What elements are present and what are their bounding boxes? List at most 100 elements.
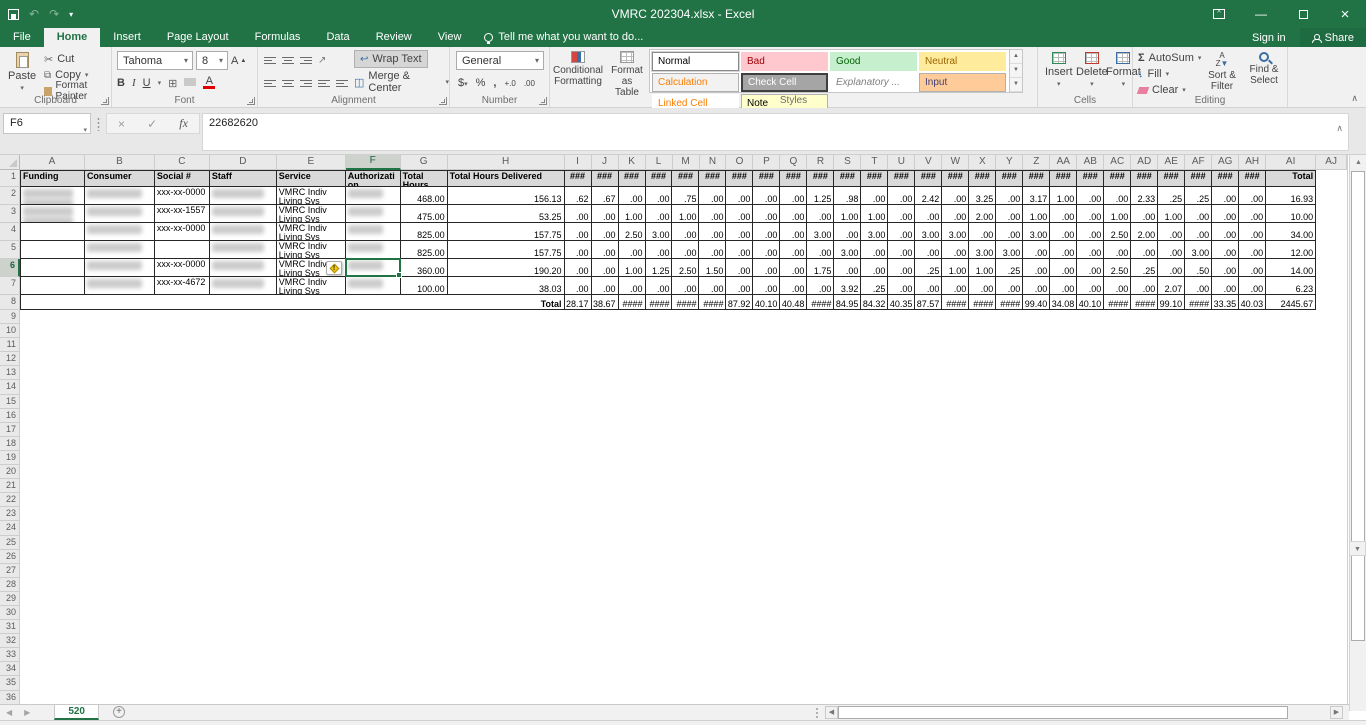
row-header-27[interactable]: 27 bbox=[0, 564, 20, 578]
tab-home[interactable]: Home bbox=[44, 28, 101, 47]
cell-P[interactable]: .00 bbox=[753, 205, 780, 223]
cell-AG[interactable]: .00 bbox=[1212, 259, 1239, 277]
empty-row-area[interactable] bbox=[20, 324, 1347, 338]
column-header-AD[interactable]: AD bbox=[1131, 155, 1158, 170]
cell-D[interactable]: Staff bbox=[210, 170, 277, 187]
font-dialog-launcher-icon[interactable] bbox=[247, 97, 255, 105]
cell-J[interactable]: .00 bbox=[592, 241, 619, 259]
cell-F[interactable] bbox=[346, 205, 401, 223]
cell-AJ[interactable] bbox=[1316, 187, 1347, 205]
cell-K[interactable]: .00 bbox=[619, 187, 646, 205]
row-header-18[interactable]: 18 bbox=[0, 437, 20, 451]
cell-AG[interactable]: ### bbox=[1212, 170, 1239, 187]
cell-W[interactable]: #### bbox=[942, 295, 969, 310]
ribbon-display-options-icon[interactable]: ^ bbox=[1198, 0, 1240, 28]
cell-W[interactable]: .00 bbox=[942, 187, 969, 205]
cell-X[interactable]: 3.25 bbox=[969, 187, 996, 205]
cell-H[interactable]: 156.13 bbox=[448, 187, 565, 205]
cell-J[interactable]: 38.67 bbox=[592, 295, 619, 310]
row-header-2[interactable]: 2 bbox=[0, 187, 20, 205]
cell-AJ[interactable] bbox=[1316, 223, 1347, 241]
cell-Z[interactable]: .00 bbox=[1023, 277, 1050, 295]
column-header-S[interactable]: S bbox=[834, 155, 861, 170]
cell-V[interactable]: .00 bbox=[915, 277, 942, 295]
cell-M[interactable]: .00 bbox=[672, 223, 699, 241]
cell-U[interactable]: .00 bbox=[888, 259, 915, 277]
column-header-AC[interactable]: AC bbox=[1104, 155, 1131, 170]
cell-AD[interactable]: #### bbox=[1131, 295, 1158, 310]
cell-AC[interactable]: .00 bbox=[1104, 277, 1131, 295]
cell-AC[interactable]: ### bbox=[1104, 170, 1131, 187]
empty-row-area[interactable] bbox=[20, 437, 1347, 451]
row-header-24[interactable]: 24 bbox=[0, 521, 20, 535]
cell-A[interactable]: Funding bbox=[20, 170, 85, 187]
cell-D[interactable] bbox=[210, 241, 277, 259]
cell-N[interactable]: 1.50 bbox=[699, 259, 726, 277]
cell-AE[interactable]: .25 bbox=[1158, 187, 1185, 205]
row-header-31[interactable]: 31 bbox=[0, 620, 20, 634]
cell-Z[interactable]: 1.00 bbox=[1023, 205, 1050, 223]
empty-row-area[interactable] bbox=[20, 465, 1347, 479]
cell-Q[interactable]: .00 bbox=[780, 241, 807, 259]
paste-button[interactable]: Paste ▾ bbox=[4, 49, 40, 95]
underline-button[interactable]: U bbox=[143, 77, 151, 89]
cell-B[interactable] bbox=[85, 259, 155, 277]
cell-AD[interactable]: .00 bbox=[1131, 277, 1158, 295]
column-header-Q[interactable]: Q bbox=[780, 155, 807, 170]
cell-C[interactable]: xxx-xx-0000 bbox=[155, 187, 210, 205]
row-header-9[interactable]: 9 bbox=[0, 310, 20, 324]
cell-N[interactable]: .00 bbox=[699, 223, 726, 241]
cell-W[interactable]: ### bbox=[942, 170, 969, 187]
cell-AF[interactable]: .25 bbox=[1185, 187, 1212, 205]
cell-L[interactable]: ### bbox=[646, 170, 673, 187]
wrap-text-button[interactable]: ↩ Wrap Text bbox=[354, 50, 428, 68]
column-header-R[interactable]: R bbox=[807, 155, 834, 170]
alignment-dialog-launcher-icon[interactable] bbox=[439, 97, 447, 105]
conditional-formatting-button[interactable]: Conditional Formatting bbox=[552, 48, 604, 90]
cell-H[interactable]: 190.20 bbox=[448, 259, 565, 277]
column-header-A[interactable]: A bbox=[20, 155, 85, 170]
cell-L[interactable]: 1.25 bbox=[646, 259, 673, 277]
cell-I[interactable]: .00 bbox=[565, 241, 592, 259]
trace-error-icon[interactable]: ! bbox=[326, 261, 342, 275]
font-color-button[interactable]: A bbox=[203, 77, 215, 89]
column-header-AE[interactable]: AE bbox=[1158, 155, 1185, 170]
cell-AG[interactable]: .00 bbox=[1212, 187, 1239, 205]
column-header-V[interactable]: V bbox=[915, 155, 942, 170]
cell-AB[interactable]: .00 bbox=[1077, 259, 1104, 277]
cell-I[interactable]: .00 bbox=[565, 259, 592, 277]
cell-Z[interactable]: 99.40 bbox=[1023, 295, 1050, 310]
scroll-up-icon[interactable]: ▲ bbox=[1350, 155, 1366, 170]
cell-AC[interactable]: 1.00 bbox=[1104, 205, 1131, 223]
column-header-G[interactable]: G bbox=[401, 155, 448, 170]
cell-C[interactable]: xxx-xx-0000 bbox=[155, 259, 210, 277]
cell-M[interactable]: 2.50 bbox=[672, 259, 699, 277]
empty-row-area[interactable] bbox=[20, 409, 1347, 423]
empty-row-area[interactable] bbox=[20, 676, 1347, 690]
align-right-icon[interactable] bbox=[300, 78, 312, 89]
cell-H[interactable]: Total bbox=[448, 295, 565, 310]
cell-P[interactable]: 40.10 bbox=[753, 295, 780, 310]
cell-K[interactable]: #### bbox=[619, 295, 646, 310]
cell-G[interactable]: 825.00 bbox=[401, 241, 448, 259]
number-format-select[interactable]: General▾ bbox=[456, 51, 544, 70]
fill-color-button[interactable] bbox=[184, 77, 196, 89]
cell-AG[interactable]: .00 bbox=[1212, 277, 1239, 295]
cell-Z[interactable]: 3.17 bbox=[1023, 187, 1050, 205]
cell-Q[interactable]: .00 bbox=[780, 277, 807, 295]
cell-P[interactable]: .00 bbox=[753, 277, 780, 295]
cell-AA[interactable]: .00 bbox=[1050, 277, 1077, 295]
cell-J[interactable]: .00 bbox=[592, 223, 619, 241]
column-header-H[interactable]: H bbox=[448, 155, 565, 170]
fill-button[interactable]: ↓ Fill ▾ bbox=[1138, 66, 1169, 82]
empty-row-area[interactable] bbox=[20, 634, 1347, 648]
scroll-right-icon[interactable]: ▶ bbox=[1330, 706, 1343, 719]
decrease-decimal-icon[interactable]: .00 bbox=[524, 79, 535, 88]
cell-AJ[interactable] bbox=[1316, 295, 1347, 310]
cell-F[interactable]: Authorization bbox=[346, 170, 401, 187]
cell-T[interactable]: .00 bbox=[861, 241, 888, 259]
collapse-formula-bar-icon[interactable]: ∧ bbox=[1336, 123, 1343, 134]
cell-D[interactable] bbox=[210, 277, 277, 295]
row-header-11[interactable]: 11 bbox=[0, 338, 20, 352]
formula-input[interactable]: 22682620 ∧ bbox=[202, 113, 1349, 151]
